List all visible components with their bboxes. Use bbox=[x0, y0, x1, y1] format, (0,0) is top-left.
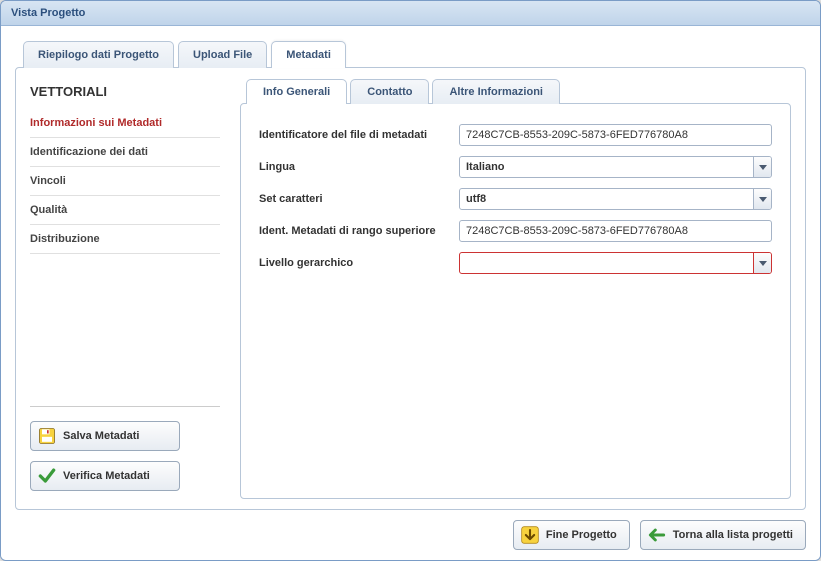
sidebar-item-vincoli[interactable]: Vincoli bbox=[30, 167, 220, 196]
sidebar-item-info[interactable]: Informazioni sui Metadati bbox=[30, 109, 220, 138]
chevron-down-icon[interactable] bbox=[753, 189, 771, 209]
label-file-id: Identificatore del file di metadati bbox=[259, 129, 449, 141]
row-file-id: Identificatore del file di metadati bbox=[259, 124, 772, 146]
sidebar-spacer bbox=[30, 254, 220, 396]
save-metadata-button[interactable]: Salva Metadati bbox=[30, 421, 180, 451]
tab-riepilogo[interactable]: Riepilogo dati Progetto bbox=[23, 41, 174, 68]
row-charset: Set caratteri utf8 bbox=[259, 188, 772, 210]
verify-metadata-label: Verifica Metadati bbox=[63, 470, 150, 482]
row-language: Lingua Italiano bbox=[259, 156, 772, 178]
top-tabs: Riepilogo dati Progetto Upload File Meta… bbox=[15, 40, 806, 67]
window-title: Vista Progetto bbox=[1, 1, 820, 26]
main-panel: VETTORIALI Informazioni sui Metadati Ide… bbox=[15, 67, 806, 510]
input-file-id[interactable] bbox=[459, 124, 772, 146]
sub-panel: Identificatore del file di metadati Ling… bbox=[240, 103, 791, 499]
input-parent-id[interactable] bbox=[459, 220, 772, 242]
arrow-left-icon bbox=[647, 525, 667, 545]
chevron-down-icon[interactable] bbox=[753, 157, 771, 177]
sidebar: VETTORIALI Informazioni sui Metadati Ide… bbox=[30, 78, 220, 499]
label-language: Lingua bbox=[259, 161, 449, 173]
subtab-altre[interactable]: Altre Informazioni bbox=[432, 79, 560, 104]
verify-metadata-button[interactable]: Verifica Metadati bbox=[30, 461, 180, 491]
sidebar-item-distribuzione[interactable]: Distribuzione bbox=[30, 225, 220, 254]
sidebar-item-identificazione[interactable]: Identificazione dei dati bbox=[30, 138, 220, 167]
select-hierarchy-value bbox=[460, 253, 753, 273]
window-body: Riepilogo dati Progetto Upload File Meta… bbox=[1, 26, 820, 560]
row-hierarchy: Livello gerarchico bbox=[259, 252, 772, 274]
back-to-list-label: Torna alla lista progetti bbox=[673, 529, 793, 541]
sidebar-item-qualita[interactable]: Qualità bbox=[30, 196, 220, 225]
end-project-label: Fine Progetto bbox=[546, 529, 617, 541]
subtab-info-generali[interactable]: Info Generali bbox=[246, 79, 347, 104]
save-icon bbox=[37, 426, 57, 446]
footer: Fine Progetto Torna alla lista progetti bbox=[15, 510, 806, 550]
subtab-contatto[interactable]: Contatto bbox=[350, 79, 429, 104]
sub-tabs: Info Generali Contatto Altre Informazion… bbox=[240, 78, 791, 103]
select-language-value: Italiano bbox=[460, 157, 753, 177]
save-metadata-label: Salva Metadati bbox=[63, 430, 139, 442]
select-language[interactable]: Italiano bbox=[459, 156, 772, 178]
sidebar-divider bbox=[30, 406, 220, 407]
label-parent-id: Ident. Metadati di rango superiore bbox=[259, 225, 449, 237]
tab-upload[interactable]: Upload File bbox=[178, 41, 267, 68]
check-icon bbox=[37, 466, 57, 486]
label-charset: Set caratteri bbox=[259, 193, 449, 205]
arrow-down-icon bbox=[520, 525, 540, 545]
back-to-list-button[interactable]: Torna alla lista progetti bbox=[640, 520, 806, 550]
chevron-down-icon[interactable] bbox=[753, 253, 771, 273]
sidebar-buttons: Salva Metadati Verifica Metadati bbox=[30, 421, 220, 491]
end-project-button[interactable]: Fine Progetto bbox=[513, 520, 630, 550]
content: Info Generali Contatto Altre Informazion… bbox=[240, 78, 791, 499]
select-hierarchy[interactable] bbox=[459, 252, 772, 274]
window: Vista Progetto Riepilogo dati Progetto U… bbox=[0, 0, 821, 561]
select-charset-value: utf8 bbox=[460, 189, 753, 209]
label-hierarchy: Livello gerarchico bbox=[259, 257, 449, 269]
select-charset[interactable]: utf8 bbox=[459, 188, 772, 210]
row-parent-id: Ident. Metadati di rango superiore bbox=[259, 220, 772, 242]
tab-metadati[interactable]: Metadati bbox=[271, 41, 346, 68]
sidebar-title: VETTORIALI bbox=[30, 84, 220, 99]
